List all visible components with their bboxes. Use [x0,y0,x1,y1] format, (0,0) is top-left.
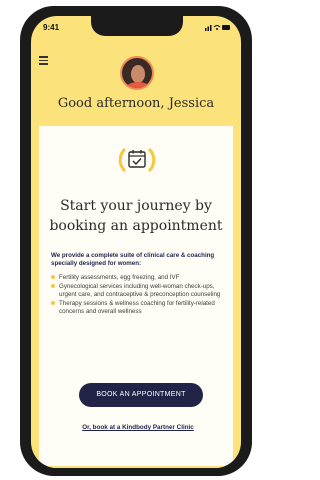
appointment-card: Start your journey by booking an appoint… [37,124,235,468]
book-appointment-button[interactable]: BOOK AN APPOINTMENT [79,383,203,407]
card-title: Start your journey by booking an appoint… [47,196,225,236]
partner-clinic-link[interactable]: Or, book at a Kindbody Partner Clinic [47,424,229,431]
intro-text: We provide a complete suite of clinical … [51,252,215,267]
greeting-title: Good afternoon, Jessica [57,96,215,111]
menu-icon[interactable] [39,56,48,67]
card-title-line1: Start your journey by [60,198,212,214]
status-icons [205,23,231,33]
services-list: Fertility assessments, egg freezing, and… [51,274,229,317]
calendar-check-icon [118,147,156,173]
card-title-line2: booking an appointment [49,218,223,234]
list-item: Gynecological services including well-wo… [51,283,229,299]
status-time: 9:41 [43,23,60,32]
signal-wifi-battery-icon [205,25,230,31]
app-screen: 9:41 Good afternoon, Jessica Start your … [31,16,241,468]
list-item: Therapy sessions & wellness coaching for… [51,300,229,316]
list-item: Fertility assessments, egg freezing, and… [51,274,229,282]
avatar[interactable] [120,56,154,90]
notch [91,16,183,36]
